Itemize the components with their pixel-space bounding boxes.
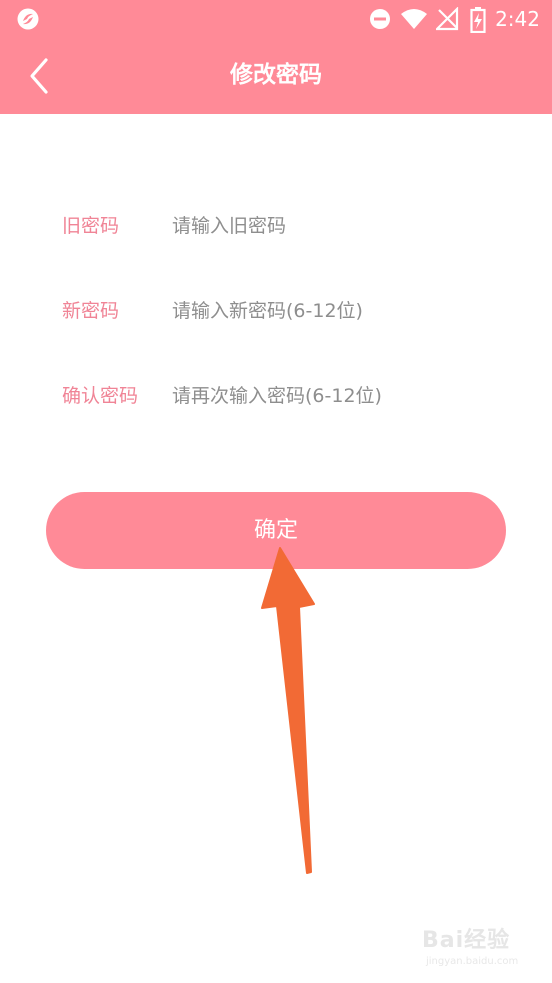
nav-bar: 修改密码	[0, 38, 552, 114]
wifi-icon	[401, 9, 427, 29]
baidu-jingyan-watermark: Bai经验 jingyan.baidu.com	[422, 918, 532, 974]
status-bar: 2:42	[0, 0, 552, 38]
confirm-password-input[interactable]	[172, 379, 512, 413]
top-bar: 2:42 修改密码	[0, 0, 552, 114]
watermark-url: jingyan.baidu.com	[426, 956, 519, 967]
no-signal-icon	[436, 7, 459, 31]
app-logo-icon	[17, 8, 39, 30]
page-title: 修改密码	[230, 62, 322, 88]
confirm-password-label: 确认密码	[62, 385, 139, 407]
new-password-row: 新密码	[0, 284, 552, 338]
old-password-label: 旧密码	[62, 215, 120, 237]
battery-charging-icon	[470, 7, 486, 33]
old-password-row: 旧密码	[0, 199, 552, 253]
new-password-label: 新密码	[62, 300, 120, 322]
do-not-disturb-icon	[370, 9, 390, 29]
confirm-button[interactable]: 确定	[46, 492, 506, 569]
watermark-brand: Bai经验	[422, 928, 511, 953]
confirm-password-row: 确认密码	[0, 369, 552, 423]
old-password-input[interactable]	[172, 209, 512, 243]
status-time: 2:42	[495, 7, 540, 31]
new-password-input[interactable]	[172, 294, 512, 328]
